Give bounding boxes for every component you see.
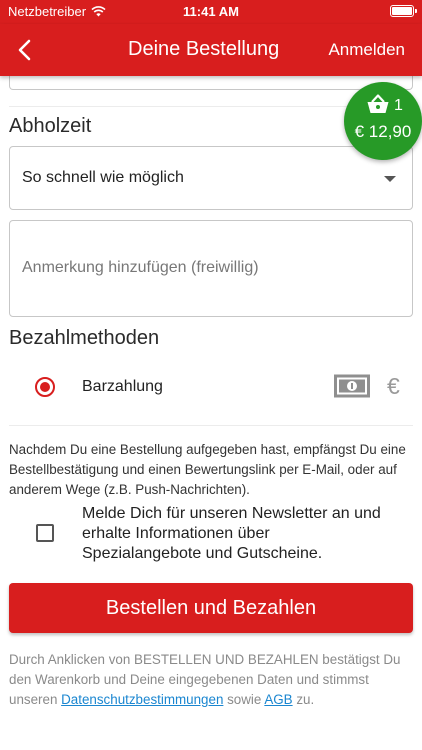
order-and-pay-button[interactable]: Bestellen und Bezahlen bbox=[9, 583, 413, 633]
chevron-left-icon bbox=[18, 39, 31, 61]
login-button[interactable]: Anmelden bbox=[328, 40, 405, 60]
payment-methods-heading: Bezahlmethoden bbox=[9, 327, 160, 349]
pickup-time-select[interactable]: So schnell wie möglich bbox=[9, 146, 413, 210]
payment-option-label: Barzahlung bbox=[82, 378, 163, 395]
battery-icon bbox=[390, 5, 417, 17]
legal-text: Durch Anklicken von BESTELLEN UND BEZAHL… bbox=[9, 650, 409, 710]
euro-icon: € bbox=[387, 373, 400, 399]
cart-total: € 12,90 bbox=[354, 122, 412, 141]
cart-item-count: 1 bbox=[394, 97, 403, 114]
radio-selected-dot bbox=[40, 382, 50, 392]
nav-bar: Deine Bestellung Anmelden bbox=[0, 24, 422, 76]
basket-icon bbox=[367, 94, 389, 113]
pickup-time-value: So schnell wie möglich bbox=[22, 169, 184, 186]
newsletter-label: Melde Dich für unseren Newsletter an und… bbox=[82, 505, 381, 562]
page-title: Deine Bestellung bbox=[128, 38, 280, 60]
terms-link[interactable]: AGB bbox=[264, 692, 292, 707]
legal-text-suffix: zu. bbox=[292, 692, 315, 707]
previous-field-edge bbox=[9, 76, 413, 90]
note-input[interactable] bbox=[9, 220, 413, 317]
order-info-text: Nachdem Du eine Bestellung aufgegeben ha… bbox=[9, 442, 406, 497]
back-button[interactable] bbox=[10, 36, 38, 64]
newsletter-checkbox[interactable] bbox=[36, 524, 54, 542]
caret-down-icon bbox=[384, 176, 396, 182]
privacy-policy-link[interactable]: Datenschutzbestimmungen bbox=[61, 692, 223, 707]
banknote-icon bbox=[334, 374, 370, 398]
status-time: 11:41 AM bbox=[183, 4, 239, 19]
divider bbox=[9, 425, 413, 426]
status-bar: Netzbetreiber 11:41 AM bbox=[0, 0, 422, 24]
cart-button[interactable]: 1 € 12,90 bbox=[344, 82, 422, 160]
pickup-time-heading: Abholzeit bbox=[9, 115, 92, 137]
legal-text-middle: sowie bbox=[223, 692, 265, 707]
payment-radio-cash[interactable] bbox=[35, 377, 55, 397]
